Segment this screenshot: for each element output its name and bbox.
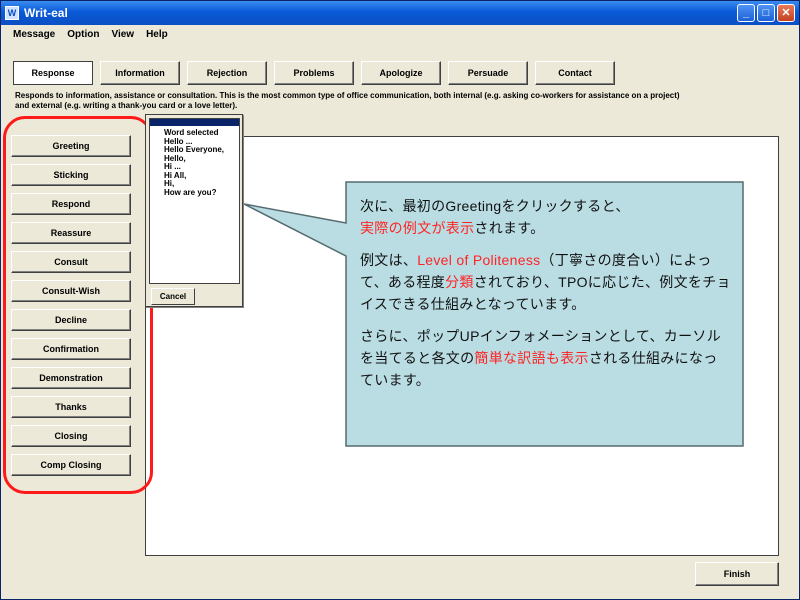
- menu-message[interactable]: Message: [7, 27, 61, 45]
- callout-paragraph-3: さらに、ポップUPインフォメーションとして、カーソルを当てると各文の簡単な訳語も…: [360, 328, 722, 388]
- annotation-outline: [3, 116, 153, 494]
- maximize-button[interactable]: □: [757, 4, 775, 22]
- tab-problems[interactable]: Problems: [274, 61, 354, 85]
- app-window: W Writ-eal _ □ ✕ Message Option View Hel…: [0, 0, 800, 600]
- app-icon: W: [5, 6, 19, 20]
- callout-paragraph-2: 例文は、Level of Politeness（丁寧さの度合い）によって、ある程…: [360, 252, 731, 312]
- tab-apologize[interactable]: Apologize: [361, 61, 441, 85]
- menu-help[interactable]: Help: [140, 27, 174, 45]
- tab-response[interactable]: Response: [13, 61, 93, 85]
- finish-button[interactable]: Finish: [695, 562, 779, 586]
- title-bar[interactable]: W Writ-eal _ □ ✕: [1, 1, 799, 25]
- list-item[interactable]: Hi All,: [164, 171, 239, 181]
- menu-bar: Message Option View Help: [1, 27, 174, 45]
- minimize-button[interactable]: _: [737, 4, 755, 22]
- tab-information[interactable]: Information: [100, 61, 180, 85]
- close-button[interactable]: ✕: [777, 4, 795, 22]
- phrase-popup: Word selected Hello ... Hello Everyone, …: [145, 114, 243, 307]
- callout-paragraph-1: 次に、最初のGreetingをクリックすると、 実際の例文が表示されます。: [360, 198, 630, 236]
- description-line-2: and external (e.g. writing a thank-you c…: [15, 101, 238, 110]
- callout-text: 次に、最初のGreetingをクリックすると、 実際の例文が表示されます。 例文…: [346, 183, 743, 446]
- list-item[interactable]: How are you?: [164, 188, 239, 198]
- description-line-1: Responds to information, assistance or c…: [15, 91, 680, 100]
- menu-option[interactable]: Option: [61, 27, 105, 45]
- tab-persuade[interactable]: Persuade: [448, 61, 528, 85]
- phrase-items: Word selected Hello ... Hello Everyone, …: [150, 126, 239, 197]
- tab-contact[interactable]: Contact: [535, 61, 615, 85]
- phrase-list[interactable]: Word selected Hello ... Hello Everyone, …: [149, 118, 240, 284]
- list-selection-bar: [150, 119, 239, 126]
- tab-rejection[interactable]: Rejection: [187, 61, 267, 85]
- cancel-button[interactable]: Cancel: [151, 288, 195, 305]
- category-description: Responds to information, assistance or c…: [15, 91, 715, 111]
- menu-view[interactable]: View: [105, 27, 140, 45]
- window-title: Writ-eal: [24, 6, 68, 20]
- window-controls: _ □ ✕: [737, 4, 795, 22]
- category-tabs: Response Information Rejection Problems …: [13, 61, 615, 85]
